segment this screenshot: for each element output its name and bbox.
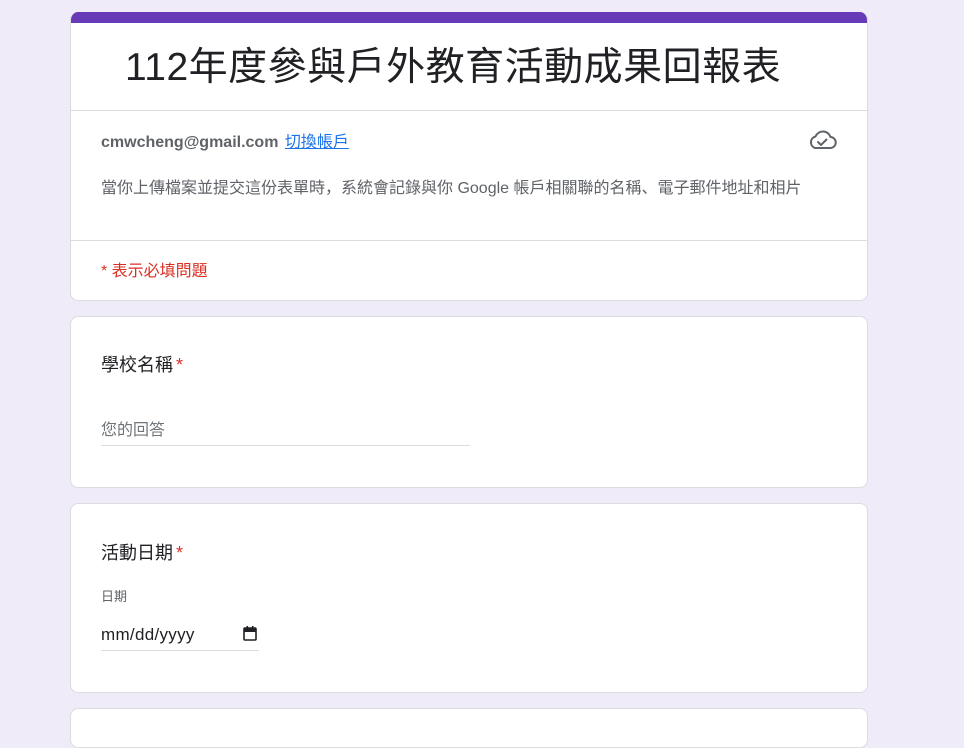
notice-divider xyxy=(71,240,867,241)
cloud-check-icon xyxy=(809,130,837,149)
question-card-next xyxy=(70,708,868,748)
question-card-school-name: 學校名稱 * xyxy=(70,316,868,488)
form-header-card: 112年度參與戶外教育活動成果回報表 cmwcheng@gmail.com 切換… xyxy=(70,12,868,301)
question-title: 學校名稱 * xyxy=(101,351,183,377)
required-asterisk: * xyxy=(176,355,184,375)
required-note: * 表示必填問題 xyxy=(101,263,208,280)
switch-account-link[interactable]: 切換帳戶 xyxy=(285,134,349,151)
question-title-text: 學校名稱 xyxy=(101,355,173,375)
form-title: 112年度參與戶外教育活動成果回報表 xyxy=(125,46,782,89)
question-title-text: 活動日期 xyxy=(101,543,173,563)
date-sub-label: 日期 xyxy=(101,589,128,604)
accent-bar xyxy=(71,12,867,23)
date-value[interactable]: mm/dd/yyyy xyxy=(101,625,195,645)
header-divider xyxy=(71,110,867,111)
calendar-icon[interactable] xyxy=(243,625,257,641)
required-asterisk: * xyxy=(176,543,184,563)
account-email: cmwcheng@gmail.com xyxy=(101,134,279,151)
question-card-activity-date: 活動日期 * 日期 mm/dd/yyyy xyxy=(70,503,868,693)
account-row: cmwcheng@gmail.com 切換帳戶 xyxy=(101,128,349,152)
activity-date-input[interactable]: mm/dd/yyyy xyxy=(101,621,259,651)
question-title: 活動日期 * xyxy=(101,539,183,565)
school-name-input[interactable] xyxy=(101,417,470,446)
privacy-notice: 當你上傳檔案並提交這份表單時，系統會記錄與你 Google 帳戶相關聯的名稱、電… xyxy=(101,180,802,197)
